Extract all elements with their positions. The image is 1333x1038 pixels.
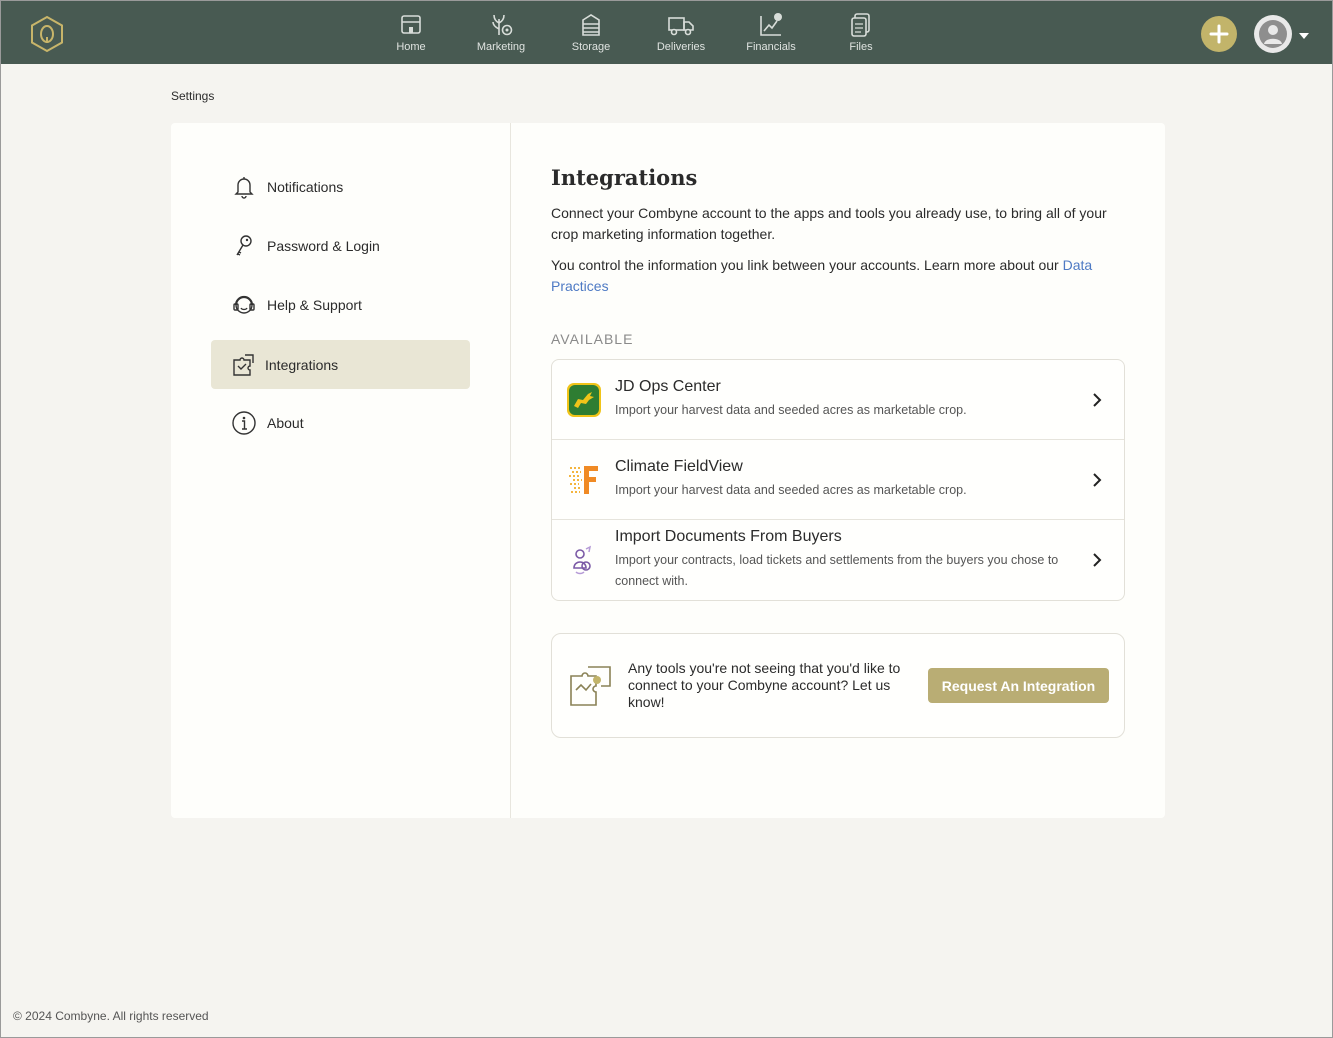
caret-down-icon[interactable]	[1298, 28, 1310, 46]
sidebar-item-label: Help & Support	[267, 296, 362, 313]
fieldview-icon	[566, 462, 602, 498]
john-deere-icon	[566, 382, 602, 418]
sidebar-item-password-login[interactable]: Password & Login	[211, 221, 470, 270]
sidebar-item-notifications[interactable]: Notifications	[211, 162, 470, 211]
settings-sidebar: Notifications Password & Login Help & Su…	[171, 123, 511, 818]
bell-icon	[234, 176, 254, 199]
integration-title: JD Ops Center	[615, 378, 721, 395]
footer-copyright: © 2024 Combyne. All rights reserved	[13, 1009, 209, 1023]
sidebar-item-label: Integrations	[265, 356, 339, 373]
page-title: Integrations	[551, 165, 698, 190]
nav-label: Files	[849, 41, 873, 53]
financials-icon	[760, 13, 782, 36]
sidebar-item-about[interactable]: About	[211, 398, 470, 447]
nav-label: Storage	[571, 41, 611, 53]
add-button[interactable]	[1201, 16, 1237, 52]
main-nav: Home Marketing Storage Deliveries Financ…	[366, 1, 906, 64]
chevron-right-icon	[1090, 473, 1104, 487]
nav-files[interactable]: Files	[816, 1, 906, 64]
section-label-available: AVAILABLE	[551, 331, 634, 347]
sidebar-item-label: About	[267, 414, 304, 431]
integration-description: Import your harvest data and seeded acre…	[615, 483, 967, 497]
chevron-right-icon	[1090, 393, 1104, 407]
chevron-right-icon	[1090, 553, 1104, 567]
control-text: You control the information you link bet…	[551, 255, 1111, 297]
nav-storage[interactable]: Storage	[546, 1, 636, 64]
integration-row-jd-ops-center[interactable]: JD Ops Center Import your harvest data a…	[552, 360, 1124, 440]
breadcrumb: Settings	[171, 89, 215, 103]
integration-title: Climate FieldView	[615, 458, 743, 475]
puzzle-icon	[568, 664, 612, 713]
request-integration-box: Any tools you're not seeing that you'd l…	[551, 633, 1125, 738]
intro-text: Connect your Combyne account to the apps…	[551, 205, 1107, 242]
user-icon	[1259, 20, 1287, 48]
nav-home[interactable]: Home	[366, 1, 456, 64]
top-navigation-bar: Home Marketing Storage Deliveries Financ…	[1, 1, 1332, 64]
truck-icon	[668, 17, 694, 36]
integration-row-climate-fieldview[interactable]: Climate FieldView Import your harvest da…	[552, 440, 1124, 520]
key-icon	[236, 234, 252, 256]
puzzle-icon	[233, 353, 254, 376]
integration-title: Import Documents From Buyers	[615, 528, 842, 545]
nav-deliveries[interactable]: Deliveries	[636, 1, 726, 64]
home-icon	[401, 15, 421, 34]
nav-marketing[interactable]: Marketing	[456, 1, 546, 64]
integration-row-import-documents[interactable]: Import Documents From Buyers Import your…	[552, 520, 1124, 600]
control-text-body: You control the information you link bet…	[551, 257, 1063, 273]
nav-label: Financials	[746, 41, 796, 53]
nav-label: Home	[396, 41, 426, 53]
sidebar-item-help-support[interactable]: Help & Support	[211, 280, 470, 329]
nav-label: Marketing	[476, 41, 526, 53]
buyer-documents-icon	[566, 542, 602, 578]
sidebar-item-label: Password & Login	[267, 237, 380, 254]
integration-description: Import your harvest data and seeded acre…	[615, 403, 967, 417]
sidebar-item-integrations[interactable]: Integrations	[211, 340, 470, 389]
request-text: Any tools you're not seeing that you'd l…	[628, 660, 901, 710]
nav-label: Deliveries	[656, 41, 706, 53]
combyne-logo-icon[interactable]	[29, 15, 65, 53]
integrations-list: JD Ops Center Import your harvest data a…	[551, 359, 1125, 601]
files-icon	[851, 13, 870, 37]
request-integration-button[interactable]: Request An Integration	[928, 668, 1109, 703]
headset-icon	[233, 295, 255, 314]
settings-card: Notifications Password & Login Help & Su…	[171, 123, 1165, 818]
sidebar-item-label: Notifications	[267, 178, 344, 195]
marketing-icon	[492, 14, 513, 36]
nav-financials[interactable]: Financials	[726, 1, 816, 64]
integration-description: Import your contracts, load tickets and …	[615, 553, 1059, 588]
plus-icon	[1209, 24, 1229, 44]
storage-icon	[582, 14, 600, 36]
user-avatar[interactable]	[1254, 15, 1292, 53]
info-icon	[232, 410, 256, 435]
